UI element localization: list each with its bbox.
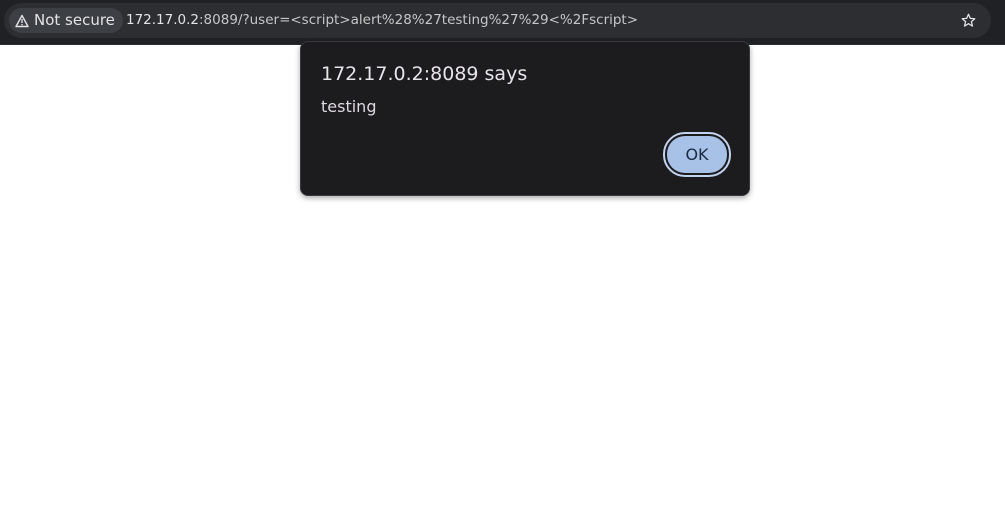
javascript-alert-dialog: 172.17.0.2:8089 says testing OK xyxy=(300,41,750,196)
warning-triangle-icon xyxy=(15,14,29,28)
ok-button-label: OK xyxy=(667,136,727,173)
url-text[interactable]: 172.17.0.2:8089/?user=<script>alert%28%2… xyxy=(126,3,638,38)
url-host: 172.17.0.2 xyxy=(126,12,199,28)
dialog-title: 172.17.0.2:8089 says xyxy=(321,63,528,85)
star-outline-icon[interactable] xyxy=(960,12,977,29)
security-indicator-chip[interactable]: Not secure xyxy=(9,8,123,33)
address-bar[interactable]: Not secure 172.17.0.2:8089/?user=<script… xyxy=(4,3,991,38)
dialog-message: testing xyxy=(321,97,377,116)
browser-toolbar: Not secure 172.17.0.2:8089/?user=<script… xyxy=(0,0,1005,45)
not-secure-label: Not secure xyxy=(34,11,115,29)
url-path: :8089/?user=<script>alert%28%27testing%2… xyxy=(199,12,639,28)
ok-button[interactable]: OK xyxy=(663,132,731,177)
